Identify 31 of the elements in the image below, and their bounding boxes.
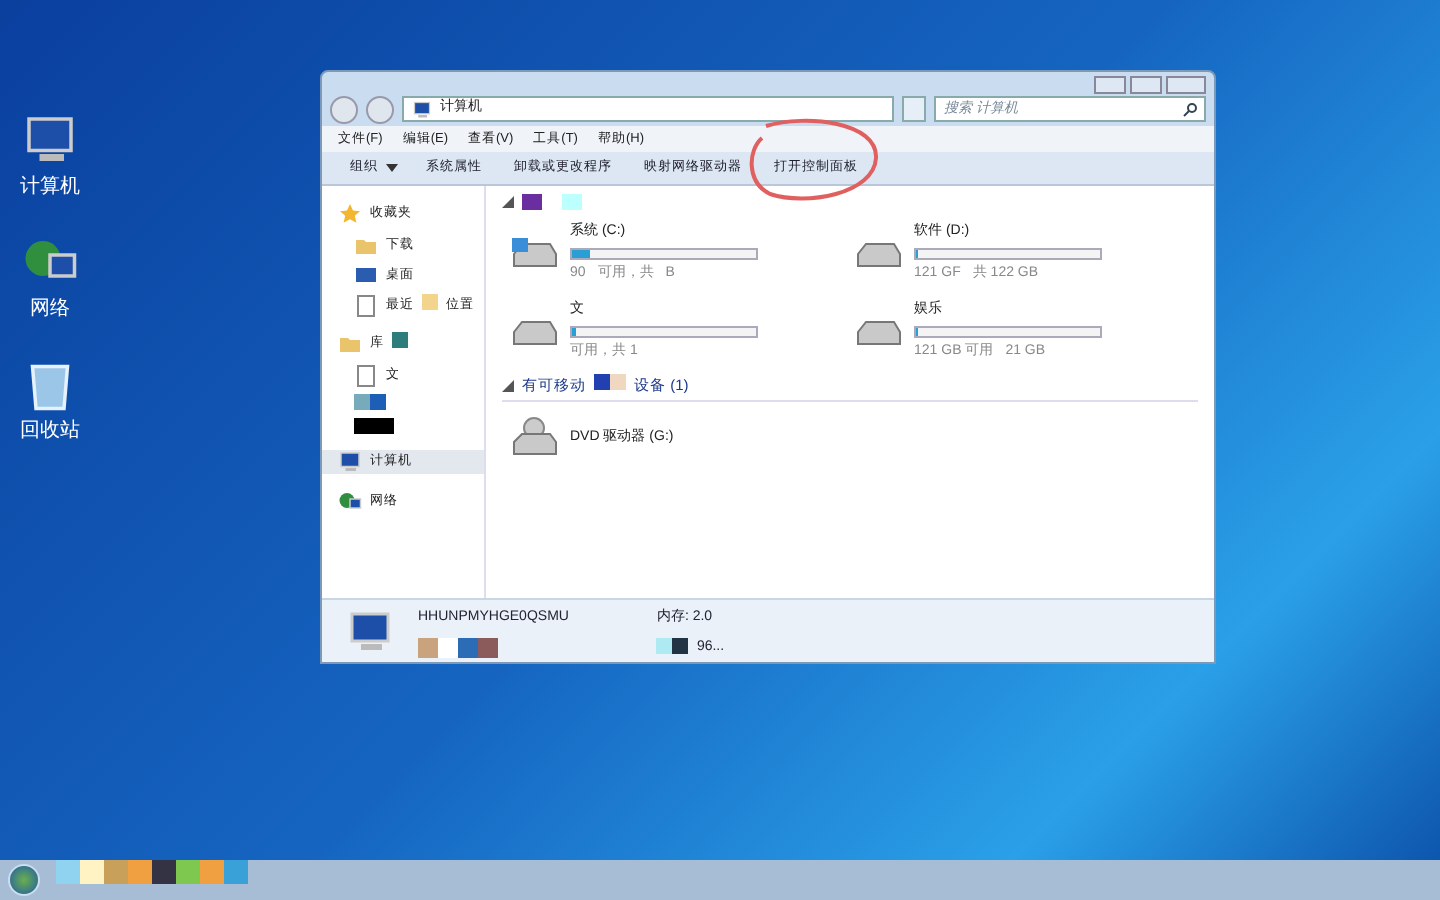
- back-button[interactable]: [330, 95, 358, 123]
- document-icon: [354, 293, 378, 317]
- star-icon: [338, 202, 362, 226]
- minimize-button[interactable]: [1094, 76, 1126, 94]
- desktop-icon-label[interactable]: 计算机: [20, 172, 80, 202]
- collapse-triangle-icon[interactable]: [502, 379, 514, 392]
- computer-icon: [412, 99, 432, 119]
- pixelated-block: [418, 637, 498, 657]
- forward-button[interactable]: [366, 95, 394, 123]
- search-icon: [1182, 102, 1198, 118]
- pixelated-block: [422, 294, 438, 310]
- computer-icon: [338, 450, 362, 474]
- pixelated-block: [354, 418, 394, 434]
- desktop-icon: [354, 263, 378, 287]
- pixelated-block: [392, 332, 408, 348]
- maximize-button[interactable]: [1130, 76, 1162, 94]
- network-icon: [338, 490, 362, 514]
- desktop-icon-label[interactable]: 回收站: [20, 416, 80, 446]
- computer-icon: [346, 607, 394, 655]
- refresh-button[interactable]: [902, 96, 926, 122]
- pixelated-block: [354, 394, 386, 410]
- close-button[interactable]: [1166, 76, 1206, 94]
- dropdown-caret-icon[interactable]: [386, 164, 398, 172]
- collapse-triangle-icon[interactable]: [502, 196, 514, 208]
- document-icon: [354, 363, 378, 387]
- desktop-icon-label[interactable]: 网络: [30, 294, 70, 324]
- pixelated-block: [594, 374, 626, 390]
- folder-icon: [338, 332, 362, 356]
- pixelated-block: [656, 637, 689, 653]
- start-button[interactable]: [8, 864, 40, 896]
- pixelated-block: [522, 194, 582, 210]
